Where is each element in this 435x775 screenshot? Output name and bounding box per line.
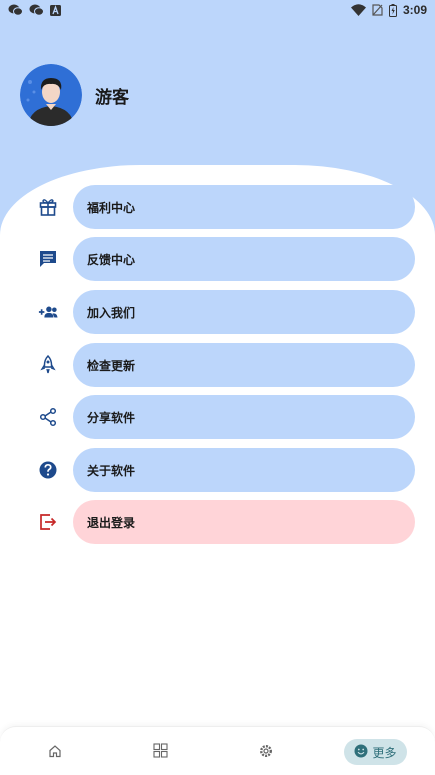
menu-item-label: 加入我们 (73, 290, 415, 334)
nav-category[interactable] (149, 739, 171, 765)
gift-icon (38, 197, 58, 217)
status-left (8, 4, 61, 16)
wifi-icon (350, 4, 366, 16)
group-add-icon (38, 302, 58, 322)
avatar[interactable] (20, 64, 82, 126)
feedback-icon (38, 249, 58, 269)
battery-icon (388, 3, 397, 17)
smile-icon (354, 744, 368, 761)
menu-item-label: 检查更新 (73, 343, 415, 387)
wechat-icon (8, 4, 23, 16)
menu-item-label: 关于软件 (73, 448, 415, 492)
home-icon (48, 743, 62, 762)
bottom-nav: 更多 (0, 726, 435, 775)
grid-icon (152, 742, 168, 762)
menu-item-share[interactable]: 分享软件 (0, 395, 435, 439)
nav-home[interactable] (44, 739, 66, 765)
sim-icon (372, 4, 383, 16)
app-a-icon (50, 4, 61, 16)
status-time: 3:09 (402, 3, 427, 17)
help-icon (38, 460, 58, 480)
menu-item-label: 福利中心 (73, 185, 415, 229)
username: 游客 (95, 87, 129, 108)
nav-more-label: 更多 (372, 745, 397, 760)
menu-item-label: 分享软件 (73, 395, 415, 439)
menu-item-label: 退出登录 (73, 500, 415, 544)
status-bar: 3:09 (0, 0, 435, 20)
menu-item-feedback[interactable]: 反馈中心 (0, 237, 435, 281)
wechat-icon (29, 4, 44, 16)
avatar-icon (20, 64, 82, 126)
settings-icon (259, 743, 273, 762)
status-right: 3:09 (350, 3, 427, 17)
profile-header[interactable]: 游客 (20, 64, 129, 126)
menu-item-join-us[interactable]: 加入我们 (0, 290, 435, 334)
menu-item-welfare[interactable]: 福利中心 (0, 185, 435, 229)
menu-item-logout[interactable]: 退出登录 (0, 500, 435, 544)
rocket-icon (38, 355, 58, 375)
menu-item-about[interactable]: 关于软件 (0, 448, 435, 492)
menu-item-label: 反馈中心 (73, 237, 415, 281)
share-icon (38, 407, 58, 427)
nav-settings[interactable] (255, 739, 277, 765)
nav-more[interactable]: 更多 (344, 739, 407, 765)
menu-item-check-update[interactable]: 检查更新 (0, 343, 435, 387)
logout-icon (38, 512, 58, 532)
